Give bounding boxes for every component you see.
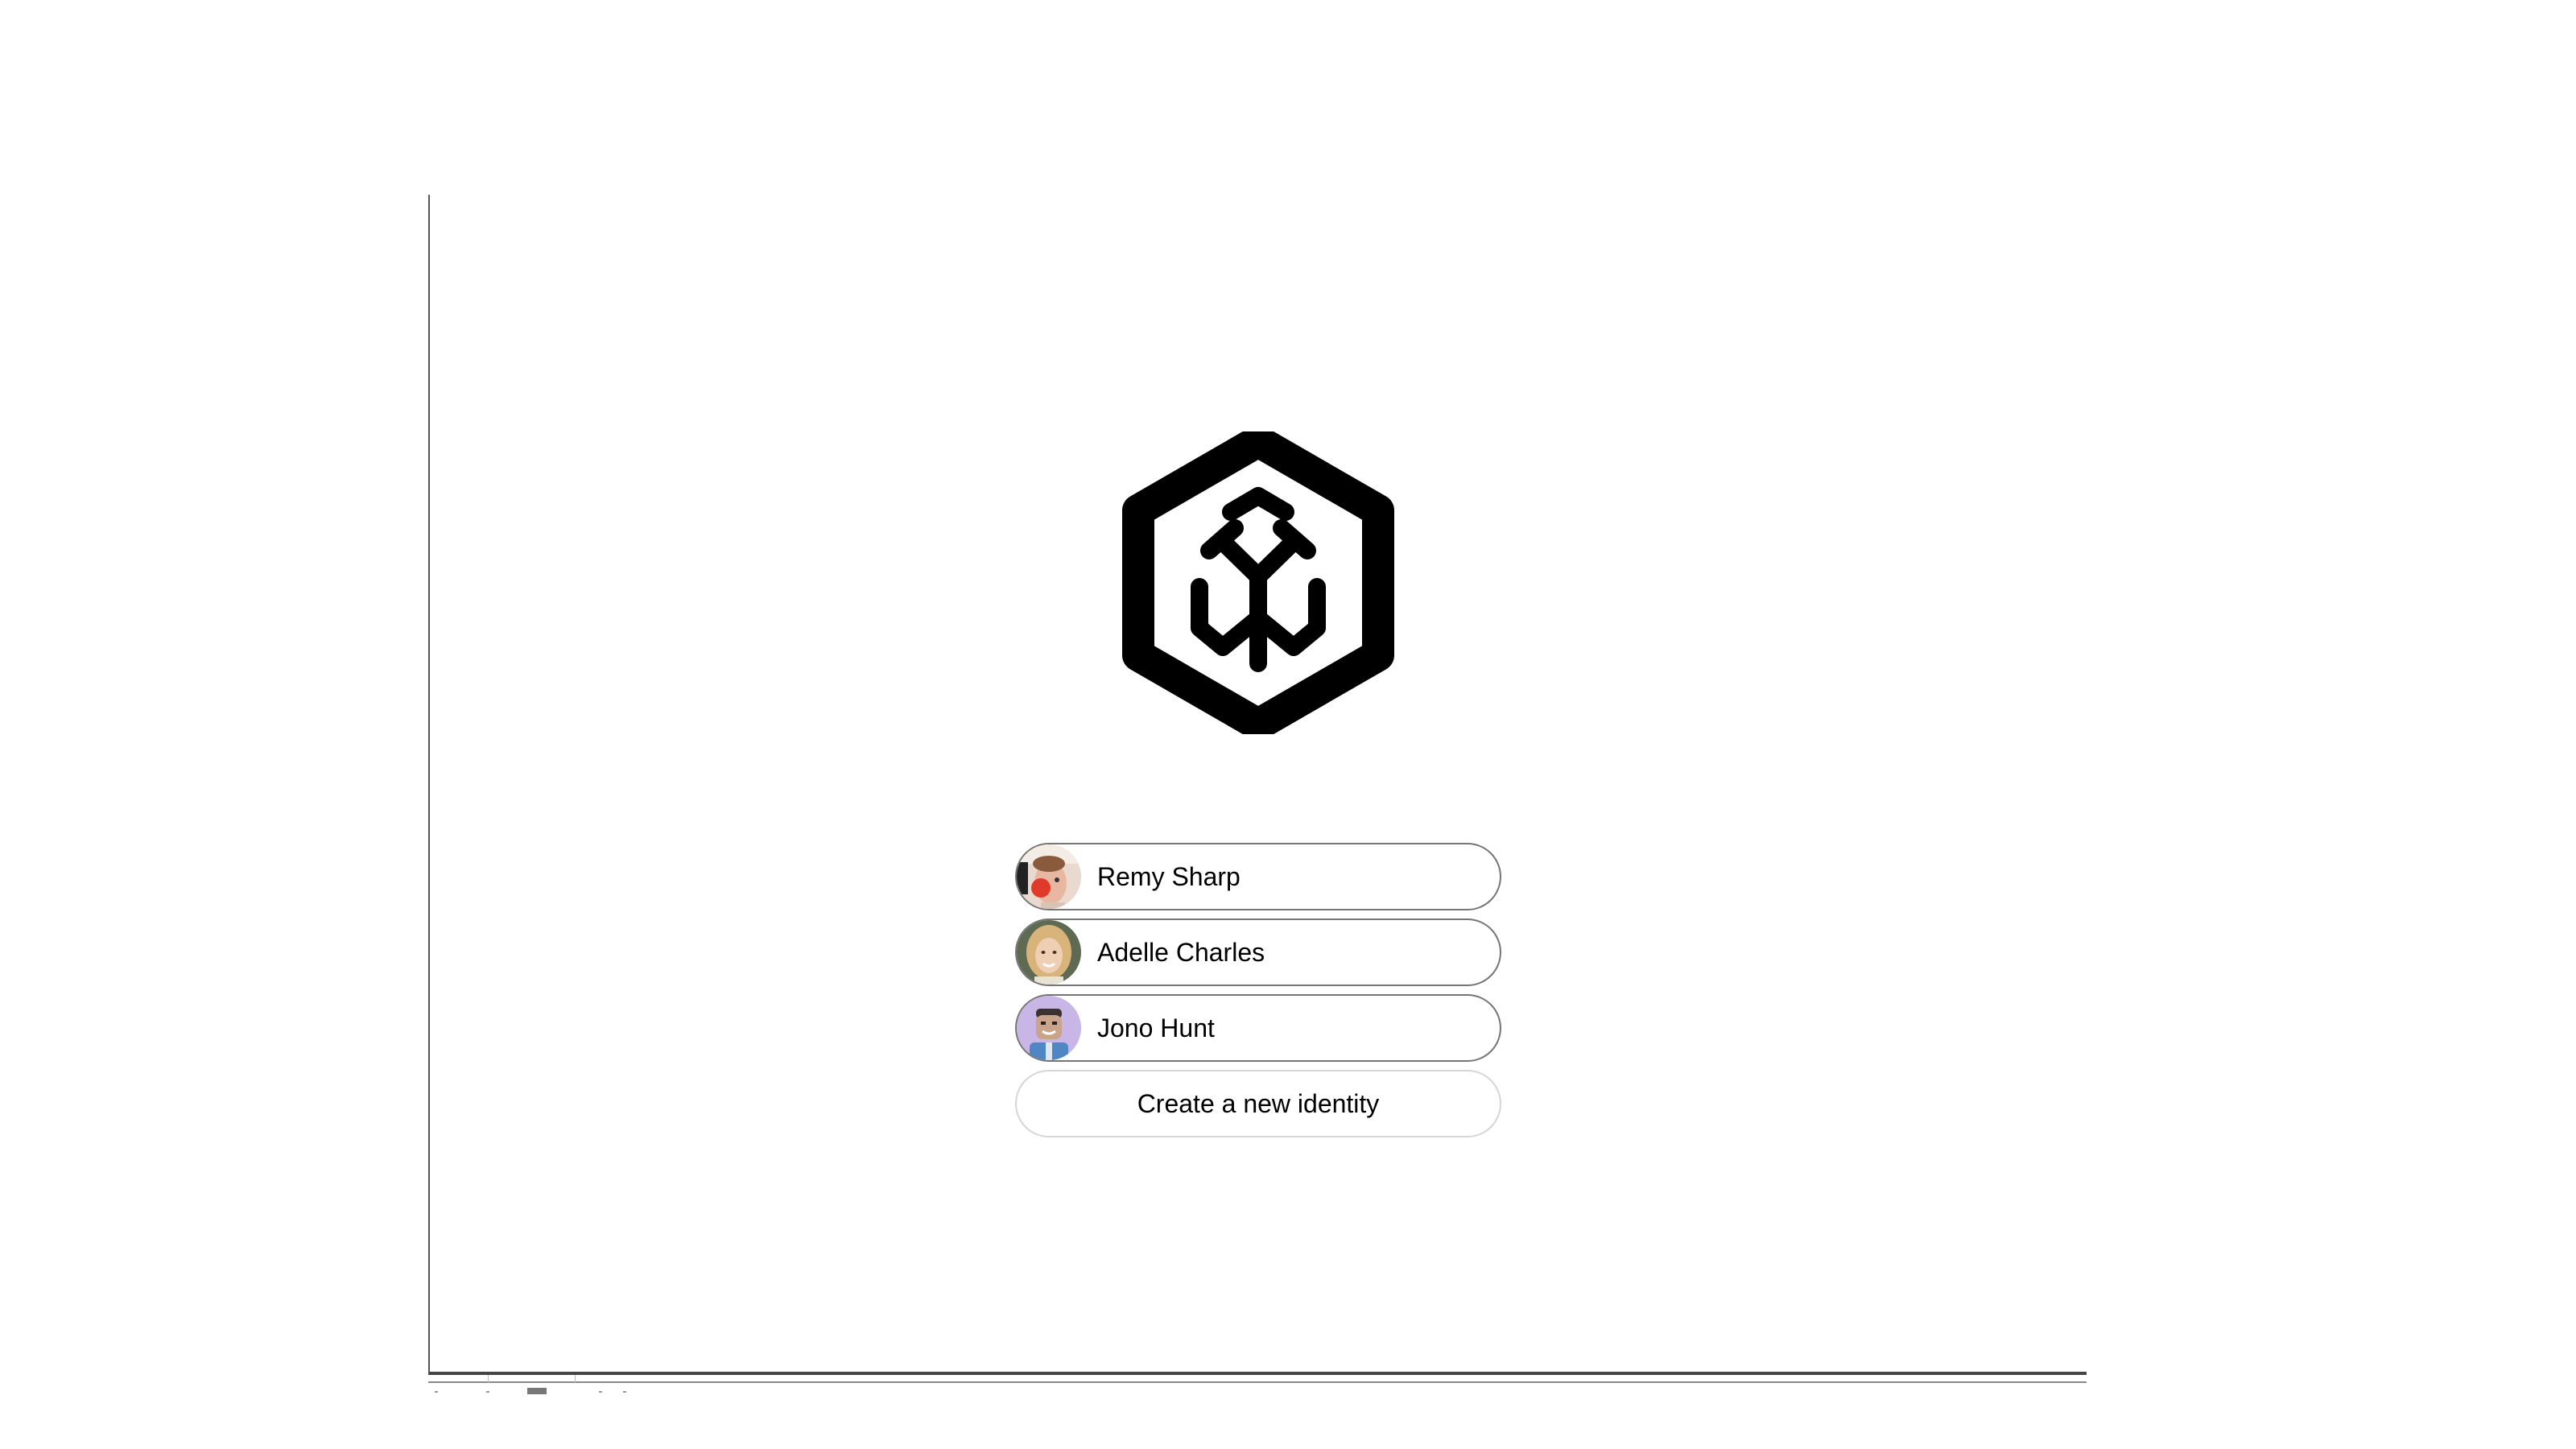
identity-list: Remy Sharp Adelle Charles Jono Hunt Crea… <box>1015 843 1501 1137</box>
window-status-dot <box>599 1391 602 1393</box>
window-status-dot <box>486 1391 489 1393</box>
window-status-dot <box>623 1391 626 1393</box>
create-identity-button[interactable]: Create a new identity <box>1015 1070 1501 1137</box>
window-status-chip <box>527 1388 547 1394</box>
create-identity-label: Create a new identity <box>1137 1088 1380 1118</box>
avatar-icon <box>1017 844 1081 909</box>
window-tab-divider <box>575 1375 576 1383</box>
identity-button-remy-sharp[interactable]: Remy Sharp <box>1015 843 1501 910</box>
hexagon-tree-logo <box>1121 425 1396 741</box>
avatar-icon <box>1017 920 1081 985</box>
identity-name: Remy Sharp <box>1097 862 1241 891</box>
identity-button-jono-hunt[interactable]: Jono Hunt <box>1015 994 1501 1062</box>
identity-button-adelle-charles[interactable]: Adelle Charles <box>1015 919 1501 986</box>
app-window-frame <box>428 195 2087 1375</box>
window-status-dot <box>435 1391 438 1393</box>
window-bottom-edge <box>428 1381 2087 1383</box>
identity-name: Jono Hunt <box>1097 1013 1215 1042</box>
identity-name: Adelle Charles <box>1097 938 1265 967</box>
window-tab-divider <box>488 1375 489 1383</box>
avatar-icon <box>1017 996 1081 1060</box>
